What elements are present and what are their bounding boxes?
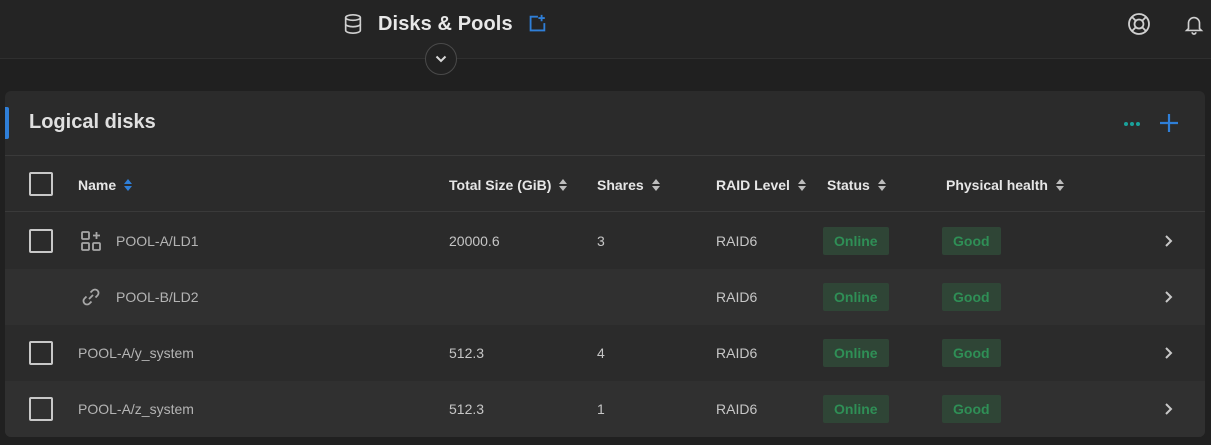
health-badge: Good [942, 283, 1001, 311]
top-bar: Disks & Pools [0, 0, 1211, 59]
name-cell: POOL-B/LD2 [80, 269, 198, 325]
database-icon [344, 14, 362, 34]
table-row[interactable]: POOL-B/LD2 RAID6 Online Good [5, 269, 1205, 325]
group-add-icon [81, 231, 101, 251]
status-cell: Online [823, 269, 889, 325]
card-title: Logical disks [29, 111, 156, 133]
raid-cell: RAID6 [716, 401, 758, 417]
status-badge: Online [823, 227, 889, 255]
collapse-toggle-button[interactable] [425, 43, 457, 75]
row-checkbox[interactable] [29, 341, 53, 365]
health-cell: Good [942, 269, 1001, 325]
health-badge: Good [942, 227, 1001, 255]
sort-icon [797, 178, 806, 191]
sort-icon [559, 178, 568, 191]
shares-cell: 4 [597, 345, 605, 361]
column-header-status[interactable]: Status [827, 156, 887, 213]
row-name: POOL-B/LD2 [116, 289, 199, 305]
raid-cell: RAID6 [716, 345, 758, 361]
health-cell: Good [942, 325, 1001, 381]
column-header-health[interactable]: Physical health [946, 156, 1065, 213]
chevron-right-icon[interactable] [1162, 401, 1174, 417]
name-cell: POOL-A/LD1 [80, 213, 198, 269]
sort-icon [1055, 178, 1064, 191]
status-badge: Online [823, 339, 889, 367]
column-header-name[interactable]: Name [78, 156, 133, 213]
row-name: POOL-A/z_system [78, 401, 194, 417]
sort-icon [651, 178, 660, 191]
status-cell: Online [823, 381, 889, 437]
help-lifebuoy-icon[interactable] [1127, 12, 1151, 36]
bell-icon[interactable] [1183, 12, 1205, 36]
row-checkbox[interactable] [29, 229, 53, 253]
open-in-new-icon[interactable] [526, 13, 548, 35]
chevron-right-icon[interactable] [1162, 233, 1174, 249]
table-row[interactable]: POOL-A/LD1 20000.6 3 RAID6 Online Good [5, 213, 1205, 269]
table-row[interactable]: POOL-A/z_system 512.3 1 RAID6 Online Goo… [5, 381, 1205, 437]
health-badge: Good [942, 339, 1001, 367]
column-header-raid[interactable]: RAID Level [716, 156, 807, 213]
name-cell: POOL-A/z_system [78, 381, 194, 437]
chevron-right-icon[interactable] [1162, 289, 1174, 305]
link-icon [82, 288, 100, 306]
status-cell: Online [823, 213, 889, 269]
more-icon[interactable] [1120, 112, 1144, 136]
sort-icon [877, 178, 886, 191]
logical-disks-card: Logical disks Name Total Size (GiB) Shar… [5, 91, 1205, 437]
sort-icon [124, 178, 133, 191]
row-name: POOL-A/y_system [78, 345, 194, 361]
row-checkbox[interactable] [29, 397, 53, 421]
column-label: Name [78, 176, 117, 193]
column-label: Physical health [946, 176, 1048, 193]
name-cell: POOL-A/y_system [78, 325, 194, 381]
chevron-down-icon [435, 55, 447, 63]
card-accent-bar [5, 107, 9, 139]
column-label: Status [827, 176, 870, 193]
size-cell: 512.3 [449, 345, 485, 361]
column-header-shares[interactable]: Shares [597, 156, 661, 213]
health-cell: Good [942, 213, 1001, 269]
shares-cell: 1 [597, 401, 605, 417]
raid-cell: RAID6 [716, 289, 758, 305]
column-header-size[interactable]: Total Size (GiB) [449, 156, 568, 213]
shares-cell: 3 [597, 233, 605, 249]
page-title: Disks & Pools [378, 12, 513, 35]
health-cell: Good [942, 381, 1001, 437]
size-cell: 512.3 [449, 401, 485, 417]
column-label: Shares [597, 176, 644, 193]
row-name: POOL-A/LD1 [116, 233, 199, 249]
table-row[interactable]: POOL-A/y_system 512.3 4 RAID6 Online Goo… [5, 325, 1205, 381]
select-all-checkbox[interactable] [29, 172, 53, 196]
table-header: Name Total Size (GiB) Shares RAID Level … [5, 155, 1205, 212]
column-label: Total Size (GiB) [449, 176, 552, 193]
status-badge: Online [823, 395, 889, 423]
size-cell: 20000.6 [449, 233, 500, 249]
column-label: RAID Level [716, 176, 790, 193]
plus-icon[interactable] [1157, 111, 1181, 135]
status-badge: Online [823, 283, 889, 311]
raid-cell: RAID6 [716, 233, 758, 249]
page-title-group: Disks & Pools [342, 10, 548, 38]
health-badge: Good [942, 395, 1001, 423]
status-cell: Online [823, 325, 889, 381]
chevron-right-icon[interactable] [1162, 345, 1174, 361]
